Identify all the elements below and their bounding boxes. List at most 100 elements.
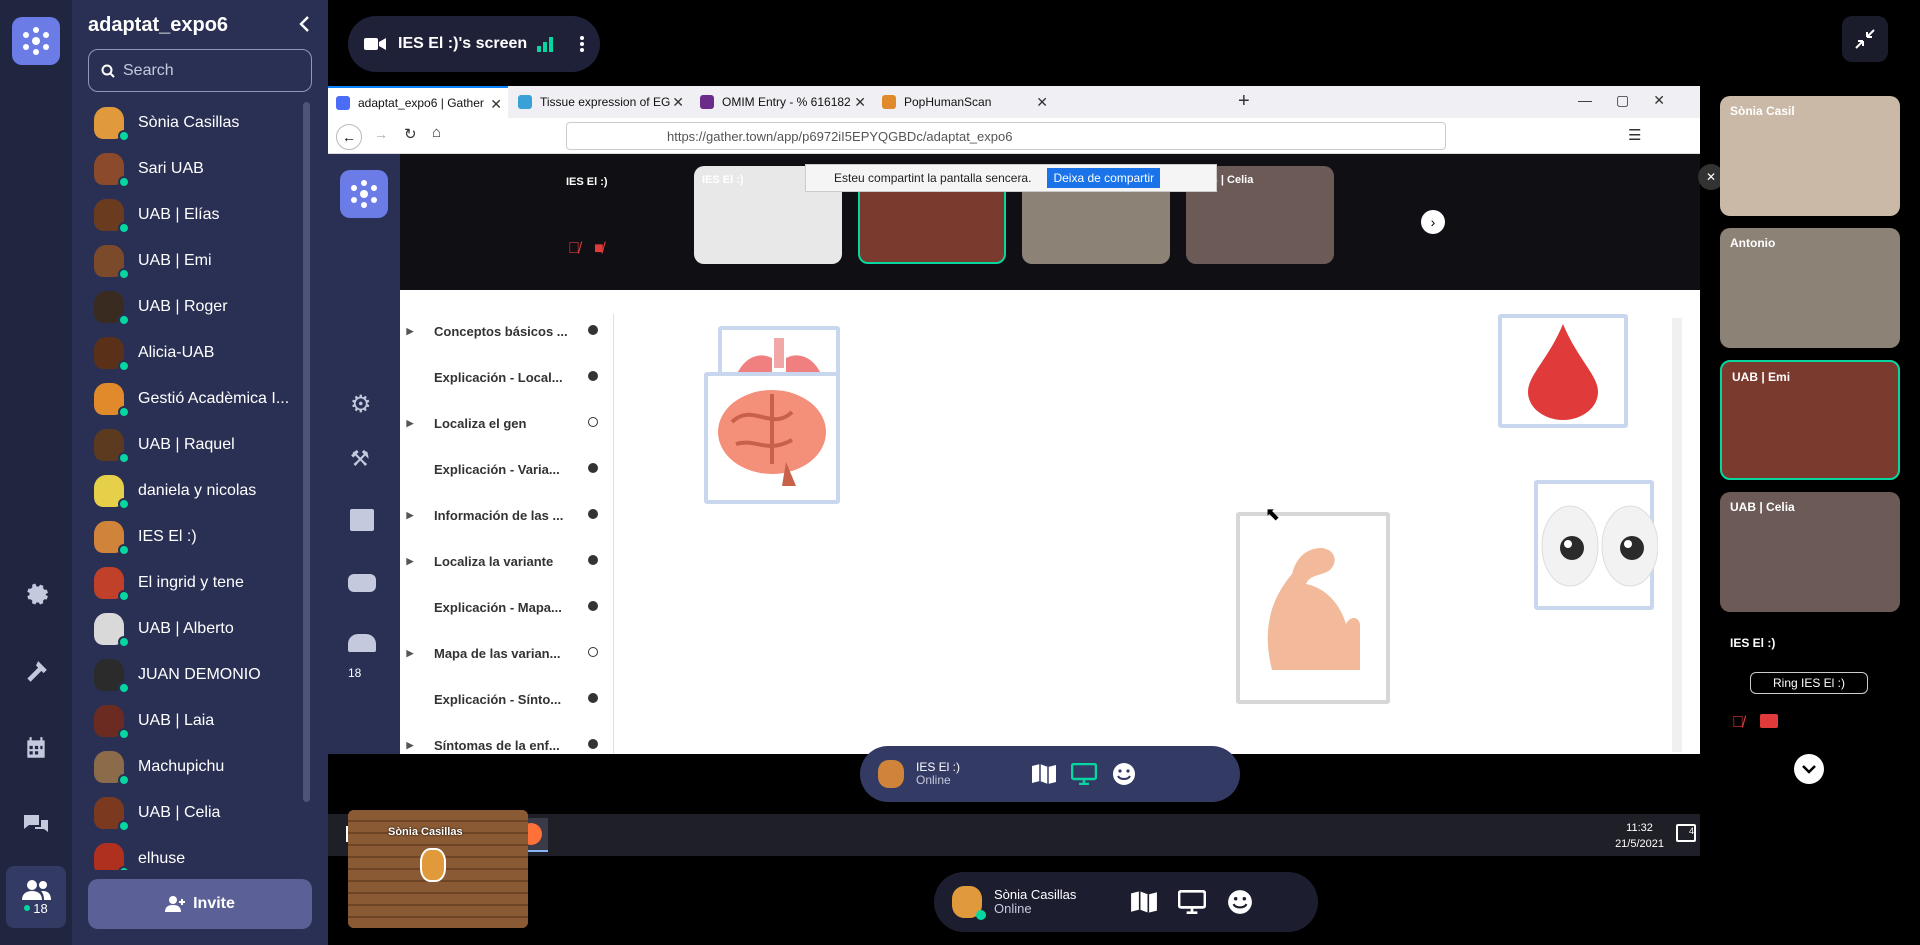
- expand-triangle-icon[interactable]: ▶: [400, 740, 420, 751]
- browser-nav-bar: ← → ↻ ⌂ https://gather.town/app/p6972iI5…: [328, 118, 1700, 154]
- browser-tab[interactable]: PopHumanScan ✕: [874, 86, 1054, 118]
- tab-close-icon[interactable]: ✕: [672, 94, 684, 111]
- home-icon[interactable]: ⌂: [432, 124, 441, 141]
- inner-screen-share-icon[interactable]: [1064, 754, 1104, 794]
- user-list-item[interactable]: UAB | Laia: [88, 698, 314, 744]
- search-box[interactable]: [88, 49, 312, 92]
- camera-off-icon[interactable]: ■̸: [594, 240, 604, 258]
- user-list-item[interactable]: El ingrid y tene: [88, 560, 314, 606]
- user-list-item[interactable]: Sònia Casillas: [88, 100, 314, 146]
- user-list-scrollbar[interactable]: [303, 102, 310, 802]
- browser-tab[interactable]: OMIM Entry - % 616182 - CHR ✕: [692, 86, 872, 118]
- ring-button[interactable]: Ring IES El :): [1750, 672, 1868, 694]
- tab-close-icon[interactable]: ✕: [490, 96, 502, 113]
- next-videos-icon[interactable]: ›: [1421, 210, 1445, 234]
- self-name: Sònia Casillas: [994, 887, 1077, 902]
- user-list-item[interactable]: IES El :): [88, 514, 314, 560]
- inner-chat-icon[interactable]: [348, 574, 376, 592]
- build-hammer-icon[interactable]: [18, 654, 54, 690]
- toc-item[interactable]: Explicación - Local...: [400, 354, 614, 400]
- window-controls[interactable]: —▢✕: [1578, 92, 1689, 109]
- self-avatar[interactable]: [952, 886, 986, 920]
- screen-share-pill[interactable]: IES El :)'s screen: [348, 16, 600, 72]
- forward-icon[interactable]: →: [374, 126, 388, 142]
- browser-tab[interactable]: Tissue expression of EGLN1 - S ✕: [510, 86, 690, 118]
- back-icon[interactable]: ←: [336, 124, 362, 150]
- tab-close-icon[interactable]: ✕: [854, 94, 866, 111]
- scroll-down-chevron-icon[interactable]: [1794, 754, 1824, 784]
- notifications-icon[interactable]: 4: [1676, 824, 1696, 842]
- minimap[interactable]: Sònia Casillas: [348, 810, 528, 928]
- gather-logo[interactable]: [12, 17, 60, 65]
- video-tile[interactable]: UAB | Emi: [1720, 360, 1900, 480]
- user-list-item[interactable]: Alicia-UAB: [88, 330, 314, 376]
- user-list-item[interactable]: UAB | Raquel: [88, 422, 314, 468]
- inner-settings-icon[interactable]: ⚙: [350, 390, 372, 419]
- user-list-item[interactable]: UAB | Emi: [88, 238, 314, 284]
- user-list-item[interactable]: elhuse: [88, 836, 314, 870]
- user-list-item[interactable]: Sari UAB: [88, 146, 314, 192]
- reload-icon[interactable]: ↻: [404, 125, 417, 143]
- video-tile[interactable]: UAB | Celia: [1720, 492, 1900, 612]
- exit-fullscreen-button[interactable]: [1842, 16, 1888, 62]
- toc-item[interactable]: Explicación - Sínto...: [400, 676, 614, 722]
- video-tile[interactable]: Antonio: [1720, 228, 1900, 348]
- hamburger-menu-icon[interactable]: ☰: [1628, 126, 1641, 144]
- toc-item[interactable]: ▶ Información de las ...: [400, 492, 614, 538]
- brain-card[interactable]: [704, 372, 840, 504]
- toc-item[interactable]: ▶ Localiza el gen: [400, 400, 614, 446]
- inner-people-icon[interactable]: [348, 634, 376, 652]
- expand-triangle-icon[interactable]: ▶: [400, 510, 420, 521]
- participants-button[interactable]: 18: [6, 866, 66, 928]
- chat-icon[interactable]: [18, 806, 54, 842]
- video-tile[interactable]: Sònia Casil: [1720, 96, 1900, 216]
- inner-map-icon[interactable]: [1024, 754, 1064, 794]
- browser-tab[interactable]: adaptat_expo6 | Gather ✕: [328, 86, 508, 118]
- blood-drop-card[interactable]: [1498, 314, 1628, 428]
- eyes-card[interactable]: [1534, 480, 1659, 610]
- user-list-item[interactable]: UAB | Celia: [88, 790, 314, 836]
- user-list-item[interactable]: JUAN DEMONIO: [88, 652, 314, 698]
- expand-triangle-icon[interactable]: ▶: [400, 648, 420, 659]
- toc-item[interactable]: Explicación - Mapa...: [400, 584, 614, 630]
- invite-button[interactable]: Invite: [88, 879, 312, 929]
- expand-triangle-icon[interactable]: ▶: [400, 326, 420, 337]
- emoji-icon[interactable]: [1220, 882, 1260, 922]
- tab-close-icon[interactable]: ✕: [1036, 94, 1048, 111]
- user-list-item[interactable]: Gestió Acadèmica I...: [88, 376, 314, 422]
- user-list-item[interactable]: Machupichu: [88, 744, 314, 790]
- toc-item-label: Explicación - Mapa...: [434, 599, 562, 615]
- url-bar[interactable]: https://gather.town/app/p6972iI5EPYQGBDc…: [566, 122, 1446, 150]
- inner-hammer-icon[interactable]: ⚒: [350, 446, 370, 472]
- user-list-item[interactable]: UAB | Elías: [88, 192, 314, 238]
- user-list-item[interactable]: UAB | Alberto: [88, 606, 314, 652]
- gather-inner-logo[interactable]: [340, 170, 388, 218]
- more-options-icon[interactable]: [579, 35, 585, 53]
- expand-triangle-icon[interactable]: ▶: [400, 556, 420, 567]
- settings-icon[interactable]: [18, 576, 54, 612]
- user-name: Gestió Acadèmica I...: [138, 390, 290, 407]
- toc-item[interactable]: ▶ Síntomas de la enf...: [400, 722, 614, 768]
- map-icon[interactable]: [1124, 882, 1164, 922]
- stop-sharing-button[interactable]: Deixa de compartir: [1047, 168, 1161, 188]
- user-list-item[interactable]: UAB | Roger: [88, 284, 314, 330]
- toc-item[interactable]: ▶ Conceptos básicos ...: [400, 308, 614, 354]
- expand-triangle-icon[interactable]: ▶: [400, 418, 420, 429]
- inner-calendar-icon[interactable]: [350, 509, 374, 531]
- toc-item[interactable]: ▶ Mapa de las varian...: [400, 630, 614, 676]
- doc-scrollbar[interactable]: [1672, 318, 1682, 752]
- muted-mic-icon[interactable]: 🎙̸: [568, 240, 580, 258]
- new-tab-button[interactable]: +: [1238, 90, 1250, 113]
- search-input[interactable]: [123, 61, 303, 80]
- inner-emoji-icon[interactable]: [1104, 754, 1144, 794]
- video-tile-name: Antonio: [1730, 236, 1776, 250]
- collapse-chevron-icon[interactable]: [292, 12, 316, 36]
- eyes-icon: [1541, 505, 1659, 587]
- screen-share-icon[interactable]: [1172, 882, 1212, 922]
- toc-item[interactable]: ▶ Localiza la variante: [400, 538, 614, 584]
- muscle-arm-card[interactable]: [1236, 512, 1390, 704]
- user-name: JUAN DEMONIO: [138, 666, 261, 683]
- toc-item[interactable]: Explicación - Varia...: [400, 446, 614, 492]
- calendar-icon[interactable]: [18, 730, 54, 766]
- user-list-item[interactable]: daniela y nicolas: [88, 468, 314, 514]
